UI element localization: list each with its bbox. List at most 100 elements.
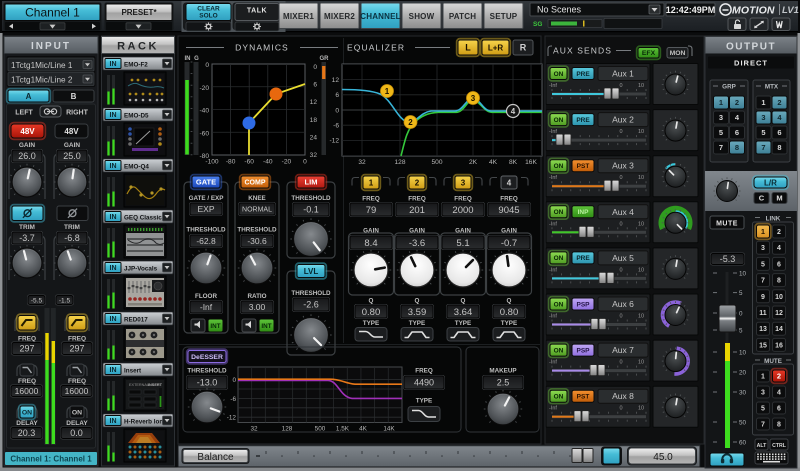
svg-text:2: 2 — [415, 178, 420, 187]
svg-text:500: 500 — [315, 426, 326, 433]
svg-text:EFX: EFX — [642, 50, 656, 57]
svg-text:IN: IN — [110, 163, 117, 170]
svg-text:7: 7 — [719, 143, 723, 152]
svg-text:Aux 3: Aux 3 — [612, 161, 634, 171]
svg-text:8: 8 — [735, 143, 739, 152]
svg-text:IN: IN — [185, 56, 191, 62]
svg-text:THRESHOLD: THRESHOLD — [291, 195, 331, 202]
svg-text:10: 10 — [775, 294, 783, 301]
svg-text:-100: -100 — [205, 159, 219, 166]
svg-text:3.64: 3.64 — [454, 307, 473, 318]
svg-text:DIRECT: DIRECT — [734, 59, 768, 68]
svg-text:M: M — [776, 194, 782, 203]
svg-text:-60: -60 — [199, 130, 209, 137]
svg-text:-20: -20 — [199, 85, 209, 92]
svg-text:25.0: 25.0 — [63, 151, 81, 161]
svg-text:ON: ON — [554, 394, 564, 401]
svg-text:INPUT: INPUT — [31, 41, 71, 52]
svg-text:7: 7 — [761, 143, 765, 152]
svg-text:L+R: L+R — [488, 43, 504, 52]
svg-text:LV1: LV1 — [782, 5, 799, 16]
svg-text:DELAY: DELAY — [66, 420, 88, 427]
svg-text:-Inf: -Inf — [549, 83, 557, 89]
svg-text:4490: 4490 — [414, 378, 434, 388]
svg-text:79: 79 — [366, 205, 377, 216]
svg-text:LVL: LVL — [304, 267, 319, 276]
svg-text:0: 0 — [205, 62, 209, 69]
svg-text:5: 5 — [761, 261, 765, 268]
svg-text:45.0: 45.0 — [653, 452, 673, 463]
svg-text:0.80: 0.80 — [362, 307, 381, 318]
svg-text:-Inf: -Inf — [549, 267, 557, 273]
svg-text:SHOW: SHOW — [409, 12, 435, 21]
svg-text:GAIN: GAIN — [363, 228, 379, 235]
svg-text:5.1: 5.1 — [456, 238, 469, 249]
svg-text:MON: MON — [670, 50, 686, 57]
svg-text:THRESHOLD: THRESHOLD — [187, 368, 227, 375]
svg-text:0: 0 — [232, 377, 236, 384]
svg-text:2: 2 — [777, 372, 781, 381]
svg-text:20: 20 — [739, 369, 747, 376]
svg-text:9045: 9045 — [498, 205, 519, 216]
svg-text:5: 5 — [719, 128, 723, 137]
svg-text:50: 50 — [739, 419, 747, 426]
svg-text:-Inf: -Inf — [549, 360, 557, 366]
svg-text:ON: ON — [554, 117, 564, 124]
svg-text:ON: ON — [72, 409, 82, 416]
svg-text:3: 3 — [761, 390, 765, 397]
svg-text:SG: SG — [533, 21, 542, 28]
svg-text:AUX SENDS: AUX SENDS — [553, 45, 612, 55]
svg-text:10: 10 — [638, 267, 644, 273]
svg-text:ON: ON — [554, 163, 564, 170]
svg-text:10: 10 — [739, 270, 747, 277]
svg-text:H-Reverb long: H-Reverb long — [124, 419, 167, 426]
svg-text:2000: 2000 — [452, 205, 473, 216]
svg-text:KNEE: KNEE — [248, 195, 266, 202]
svg-text:CLEAR: CLEAR — [197, 6, 220, 13]
svg-text:0: 0 — [619, 83, 622, 89]
svg-text:2: 2 — [777, 98, 781, 107]
svg-text:60: 60 — [739, 439, 747, 446]
svg-text:-40: -40 — [263, 159, 273, 166]
svg-text:B: B — [71, 92, 77, 101]
svg-text:-Inf: -Inf — [549, 314, 557, 320]
svg-text:8: 8 — [777, 422, 781, 429]
svg-text:14: 14 — [775, 326, 783, 333]
svg-text:-12: -12 — [227, 415, 237, 422]
svg-text:32: 32 — [310, 152, 318, 159]
svg-text:Aux 7: Aux 7 — [612, 345, 634, 355]
svg-text:DYNAMICS: DYNAMICS — [235, 43, 289, 53]
svg-text:PST: PST — [577, 394, 590, 401]
svg-text:COMP: COMP — [245, 180, 266, 187]
svg-text:1Tctg1Mic/Line 1: 1Tctg1Mic/Line 1 — [11, 61, 73, 70]
svg-text:1: 1 — [761, 227, 765, 236]
svg-text:24: 24 — [310, 134, 318, 141]
svg-text:3: 3 — [471, 94, 476, 103]
svg-text:0.80: 0.80 — [500, 307, 519, 318]
svg-text:10: 10 — [638, 221, 644, 227]
svg-text:DeESSER: DeESSER — [191, 354, 223, 361]
svg-text:L: L — [465, 43, 471, 53]
svg-text:FREQ: FREQ — [68, 378, 86, 385]
svg-text:Aux 5: Aux 5 — [612, 253, 634, 263]
svg-text:EMO-Q4: EMO-Q4 — [124, 164, 149, 171]
svg-text:3: 3 — [719, 113, 723, 122]
svg-text:48V: 48V — [64, 127, 79, 136]
svg-text:Q: Q — [369, 298, 374, 305]
svg-text:5: 5 — [761, 406, 765, 413]
svg-text:IN: IN — [110, 112, 117, 119]
svg-text:PRESET*: PRESET* — [121, 8, 157, 17]
svg-text:TYPE: TYPE — [455, 320, 471, 327]
svg-text:5: 5 — [761, 128, 765, 137]
svg-text:4K: 4K — [489, 159, 498, 166]
svg-text:FREQ: FREQ — [18, 336, 36, 343]
svg-text:ON: ON — [22, 409, 32, 416]
svg-text:-Inf: -Inf — [549, 406, 557, 412]
svg-text:32: 32 — [358, 159, 366, 166]
svg-text:GAIN: GAIN — [19, 142, 36, 149]
svg-text:0: 0 — [313, 64, 317, 71]
svg-text:Aux 4: Aux 4 — [612, 207, 634, 217]
svg-text:THRESHOLD: THRESHOLD — [237, 227, 277, 234]
svg-text:TRIM: TRIM — [64, 224, 80, 231]
svg-text:2: 2 — [408, 118, 413, 127]
